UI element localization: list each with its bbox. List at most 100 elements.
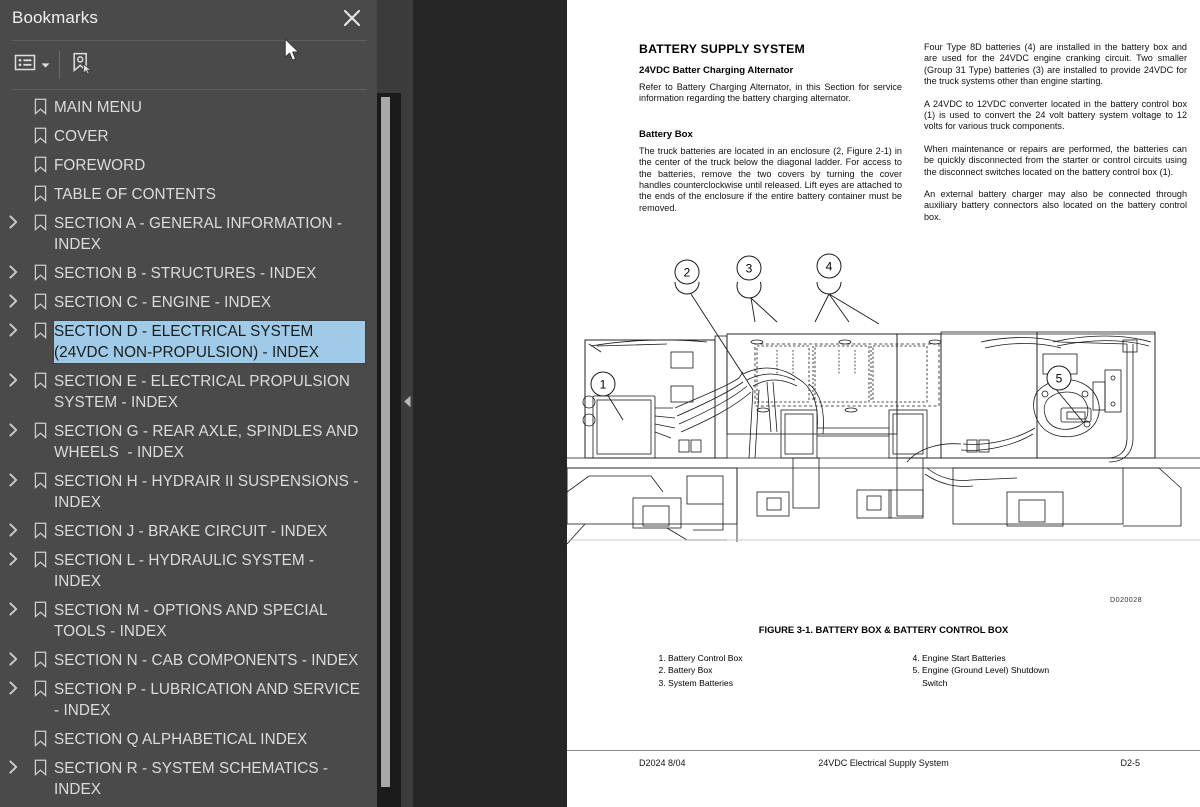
svg-text:1: 1 (600, 378, 607, 392)
figure-illustration: 1 5 2 3 4 D020028 (567, 253, 1200, 622)
bookmarks-panel: Bookmarks MAIN MENU COVER FOREWORD TABLE… (0, 0, 377, 807)
bookmark-icon (26, 679, 54, 697)
bookmark-item[interactable]: SECTION A - GENERAL INFORMATION - INDEX (0, 209, 377, 259)
expand-chevron-icon[interactable] (0, 758, 26, 774)
bookmark-label: SECTION E - ELECTRICAL PROPULSION SYSTEM… (54, 373, 355, 411)
svg-text:5: 5 (1056, 372, 1063, 386)
bookmark-icon (26, 471, 54, 489)
bookmark-label: SECTION P - LUBRICATION AND SERVICE - IN… (54, 681, 365, 719)
bookmark-label: SECTION A - GENERAL INFORMATION - INDEX (54, 215, 347, 253)
list-options-button[interactable] (14, 51, 50, 79)
bookmark-item[interactable]: SECTION D - ELECTRICAL SYSTEM (24VDC NON… (0, 317, 377, 367)
list-options-icon (14, 53, 36, 77)
bookmark-item[interactable]: MAIN MENU (0, 93, 377, 122)
bookmark-item[interactable]: SECTION H - HYDRAIR II SUSPENSIONS - IND… (0, 467, 377, 517)
svg-text:2: 2 (684, 266, 691, 280)
bookmark-item[interactable]: TABLE OF CONTENTS (0, 180, 377, 209)
left-text-column: BATTERY SUPPLY SYSTEM 24VDC Batter Charg… (639, 42, 902, 234)
bookmark-item[interactable]: COVER (0, 122, 377, 151)
expand-chevron-icon[interactable] (0, 321, 26, 337)
toolbar-divider (12, 89, 367, 90)
paragraph-converter: A 24VDC to 12VDC converter located in th… (924, 98, 1187, 132)
legend-item: 3. System Batteries (658, 677, 734, 688)
bookmark-item[interactable]: SECTION Q ALPHABETICAL INDEX (0, 725, 377, 754)
chevron-placeholder (0, 729, 26, 731)
bookmark-icon (26, 263, 54, 281)
bookmark-item[interactable]: SECTION C - ENGINE - INDEX (0, 288, 377, 317)
document-page: BATTERY SUPPLY SYSTEM 24VDC Batter Charg… (567, 0, 1200, 807)
bookmark-icon (26, 521, 54, 539)
chevron-placeholder (0, 184, 26, 186)
scrollbar-thumb[interactable] (381, 97, 390, 787)
chevron-placeholder (0, 126, 26, 128)
paragraph-charger: An external battery charger may also be … (924, 189, 1187, 222)
page-text-body: BATTERY SUPPLY SYSTEM 24VDC Batter Charg… (639, 42, 1187, 234)
bookmark-item[interactable]: FOREWORD (0, 151, 377, 180)
bookmark-item[interactable]: SECTION M - OPTIONS AND SPECIAL TOOLS - … (0, 596, 377, 646)
bookmark-item[interactable]: SECTION P - LUBRICATION AND SERVICE - IN… (0, 675, 377, 725)
expand-chevron-icon[interactable] (0, 600, 26, 616)
footer-section-title: 24VDC Electrical Supply System (818, 758, 949, 768)
bookmark-label: SECTION M - OPTIONS AND SPECIAL TOOLS - … (54, 602, 332, 640)
chevron-down-icon (41, 56, 50, 74)
bookmark-item[interactable]: SECTION B - STRUCTURES - INDEX (0, 259, 377, 288)
figure-drawing-code: D020028 (1110, 595, 1142, 604)
bookmark-label: COVER (54, 128, 109, 145)
bookmark-item[interactable]: SECTION G - REAR AXLE, SPINDLES AND WHEE… (0, 417, 377, 467)
legend-item: 2. Battery Box (658, 665, 713, 676)
expand-chevron-icon[interactable] (0, 213, 26, 229)
bookmark-item[interactable]: SECTION N - CAB COMPONENTS - INDEX (0, 646, 377, 675)
bookmarks-scrollbar[interactable] (377, 93, 401, 807)
collapse-panel-icon[interactable] (401, 385, 413, 417)
bookmark-label: FOREWORD (54, 157, 146, 174)
bookmark-icon (26, 371, 54, 389)
paragraph-alternator: Refer to Battery Charging Alternator, in… (639, 82, 902, 104)
panel-right-strip (377, 0, 401, 93)
close-icon[interactable] (340, 6, 364, 30)
bookmark-item[interactable]: SECTION R - SYSTEM SCHEMATICS - INDEX (0, 754, 377, 804)
expand-chevron-icon[interactable] (0, 263, 26, 279)
toolbar-separator (59, 51, 60, 79)
new-bookmark-button[interactable] (70, 51, 94, 79)
document-viewer[interactable]: BATTERY SUPPLY SYSTEM 24VDC Batter Charg… (413, 0, 1200, 807)
bookmark-label: SECTION J - BRAKE CIRCUIT - INDEX (54, 523, 328, 540)
legend-item: 4. Engine Start Batteries (912, 653, 1006, 663)
expand-chevron-icon[interactable] (0, 292, 26, 308)
svg-text:3: 3 (746, 262, 753, 276)
expand-chevron-icon[interactable] (0, 650, 26, 666)
footer-page-number: D2-5 (1120, 758, 1140, 768)
bookmark-icon (26, 155, 54, 173)
expand-chevron-icon[interactable] (0, 679, 26, 695)
bookmark-item[interactable]: SECTION L - HYDRAULIC SYSTEM - INDEX (0, 546, 377, 596)
bookmarks-toolbar (0, 41, 377, 88)
expand-chevron-icon[interactable] (0, 521, 26, 537)
bookmark-label: MAIN MENU (54, 99, 142, 116)
expand-chevron-icon[interactable] (0, 471, 26, 487)
expand-chevron-icon[interactable] (0, 550, 26, 566)
bookmark-icon (26, 126, 54, 144)
bookmark-label: SECTION C - ENGINE - INDEX (54, 294, 272, 311)
expand-chevron-icon[interactable] (0, 421, 26, 437)
new-bookmark-icon (70, 51, 94, 80)
bookmark-label: SECTION D - ELECTRICAL SYSTEM (24VDC NON… (53, 320, 366, 364)
bookmark-label: TABLE OF CONTENTS (54, 186, 217, 203)
expand-chevron-icon[interactable] (0, 371, 26, 387)
paragraph-batteries: Four Type 8D batteries (4) are installed… (924, 42, 1187, 87)
bookmarks-panel-header: Bookmarks (0, 0, 377, 40)
panel-title: Bookmarks (12, 8, 98, 27)
bookmark-label: SECTION L - HYDRAULIC SYSTEM - INDEX (54, 552, 319, 590)
legend-item: 5. Engine (Ground Level) Shutdown Switch (912, 665, 1050, 688)
paragraph-battery-box: The truck batteries are located in an en… (639, 145, 902, 213)
chevron-placeholder (0, 97, 26, 99)
bookmark-icon (26, 421, 54, 439)
legend-column-right: 4. Engine Start Batteries 5. Engine (Gro… (913, 652, 1109, 689)
bookmark-icon (26, 650, 54, 668)
subheading-battery-box: Battery Box (639, 128, 693, 140)
bookmark-label: SECTION H - HYDRAIR II SUSPENSIONS - IND… (54, 473, 363, 511)
legend-item: 1. Battery Control Box (658, 653, 743, 663)
bookmark-item[interactable]: SECTION E - ELECTRICAL PROPULSION SYSTEM… (0, 367, 377, 417)
bookmark-item[interactable]: SECTION J - BRAKE CIRCUIT - INDEX (0, 517, 377, 546)
legend-column-left: 1. Battery Control Box 2. Battery Box 3.… (659, 652, 855, 689)
figure-legend: 1. Battery Control Box 2. Battery Box 3.… (567, 652, 1200, 689)
bookmarks-tree[interactable]: MAIN MENU COVER FOREWORD TABLE OF CONTENTS S… (0, 93, 377, 807)
